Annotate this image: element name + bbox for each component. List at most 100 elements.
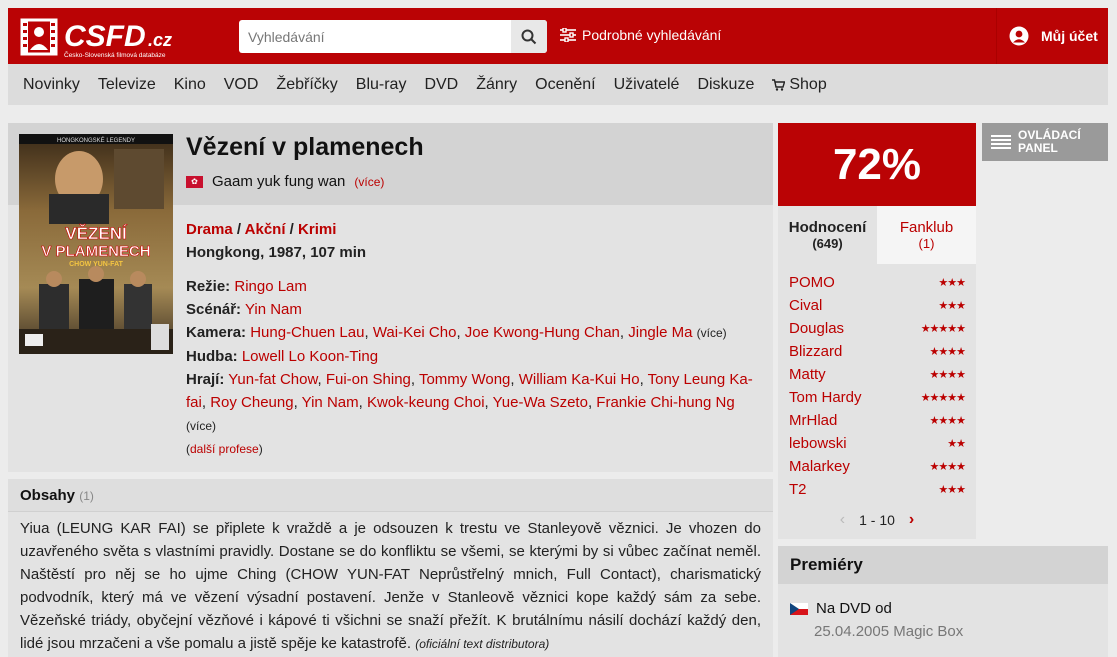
nav-item-televize[interactable]: Televize — [98, 76, 156, 94]
user-name-link[interactable]: POMO — [789, 274, 835, 291]
plot-header: Obsahy (1) — [8, 479, 773, 512]
film-poster[interactable]: HONGKONGSKÉ LEGENDY VĚZENÍ V PLAMENECH C… — [19, 134, 173, 354]
user-rating-row: MrHlad ★★★★ — [789, 409, 966, 432]
sliders-icon — [560, 28, 576, 42]
top-bar: CSFD .cz Česko-Slovenská filmová databáz… — [8, 8, 1108, 64]
user-name-link[interactable]: T2 — [789, 481, 807, 498]
actor-link[interactable]: Yue-Wa Szeto — [493, 394, 588, 411]
nav-item-diskuze[interactable]: Diskuze — [697, 76, 754, 94]
user-rating-row: Malarkey ★★★★ — [789, 455, 966, 478]
czech-flag-icon — [790, 602, 808, 615]
further-professions-link[interactable]: další profese — [190, 442, 259, 456]
rating-percent: 72% — [778, 123, 976, 206]
nav-item-shop[interactable]: Shop — [772, 76, 827, 94]
advanced-search-label: Podrobné vyhledávání — [582, 27, 722, 43]
actor-link[interactable]: Yin Nam — [302, 394, 359, 411]
chevron-left-icon[interactable]: ‹ — [840, 511, 845, 529]
genre-link[interactable]: Akční — [245, 221, 286, 238]
actor-link[interactable]: Fui-on Shing — [326, 371, 411, 388]
more-link[interactable]: (více) — [697, 326, 727, 340]
genre-link[interactable]: Drama — [186, 221, 233, 238]
creator-link[interactable]: Jingle Ma — [628, 324, 692, 341]
creator-link[interactable]: Hung-Chuen Lau — [250, 324, 364, 341]
premiere-label: Na DVD od — [816, 600, 892, 617]
search-button[interactable] — [511, 20, 547, 53]
star-rating-icon: ★★★★★ — [920, 392, 966, 404]
csfd-logo[interactable]: CSFD .cz Česko-Slovenská filmová databáz… — [20, 14, 200, 60]
more-titles-link[interactable]: (více) — [354, 175, 384, 189]
user-name-link[interactable]: lebowski — [789, 435, 847, 452]
chevron-right-icon[interactable]: › — [909, 511, 914, 529]
user-name-link[interactable]: Blizzard — [789, 343, 842, 360]
user-rating-row: Douglas ★★★★★ — [789, 317, 966, 340]
actor-link[interactable]: William Ka-Kui Ho — [519, 371, 640, 388]
actor-link[interactable]: Tommy Wong — [419, 371, 510, 388]
nav-item-kino[interactable]: Kino — [174, 76, 206, 94]
original-title-row: ✿ Gaam yuk fung wan (více) — [186, 173, 384, 190]
nav-item-uzivatele[interactable]: Uživatelé — [614, 76, 680, 94]
nav-item-zebricky[interactable]: Žebříčky — [276, 76, 337, 94]
user-name-link[interactable]: Malarkey — [789, 458, 850, 475]
creator-link[interactable]: Lowell Lo Koon-Ting — [242, 348, 378, 365]
user-rating-row: POMO ★★★ — [789, 271, 966, 294]
search-input[interactable] — [239, 20, 511, 53]
user-rating-row: Matty ★★★★ — [789, 363, 966, 386]
nav-item-dvd[interactable]: DVD — [424, 76, 458, 94]
svg-text:CSFD: CSFD — [64, 20, 146, 53]
credit-label: Režie: — [186, 278, 231, 295]
user-rating-row: lebowski ★★ — [789, 432, 966, 455]
tab-ratings[interactable]: Hodnocení (649) — [778, 206, 877, 264]
user-name-link[interactable]: Cival — [789, 297, 822, 314]
user-ratings-rows: POMO ★★★ Cival ★★★ Douglas ★★★★★ Blizzard ★★★★ M… — [789, 271, 966, 501]
original-title: Gaam yuk fung wan — [212, 173, 346, 190]
tab-fanclub-label: Fanklub — [899, 219, 954, 236]
credit-row-cast: Hrají: Yun-fat Chow, Fui-on Shing, Tommy… — [186, 371, 753, 433]
tab-fanclub[interactable]: Fanklub (1) — [877, 206, 976, 264]
nav-item-novinky[interactable]: Novinky — [23, 76, 80, 94]
hong-kong-flag-icon: ✿ — [186, 175, 203, 188]
advanced-search-link[interactable]: Podrobné vyhledávání — [560, 27, 721, 43]
credits: Režie: Ringo Lam Scénář: Yin Nam Kamera:… — [186, 275, 766, 438]
premiere-date: 25.04.2005 Magic Box — [814, 623, 964, 640]
actor-link[interactable]: Roy Cheung — [210, 394, 293, 411]
poster-image: HONGKONGSKÉ LEGENDY VĚZENÍ V PLAMENECH C… — [19, 134, 173, 354]
user-name-link[interactable]: MrHlad — [789, 412, 837, 429]
genre-link[interactable]: Krimi — [298, 221, 336, 238]
poster-title-line2: V PLAMENECH — [41, 243, 150, 260]
nav-item-vod[interactable]: VOD — [224, 76, 259, 94]
creator-link[interactable]: Wai-Kei Cho — [373, 324, 457, 341]
plot-body: Yiua (LEUNG KAR FAI) se připlete k vražd… — [20, 520, 761, 652]
user-name-link[interactable]: Tom Hardy — [789, 389, 862, 406]
credit-row-directing: Režie: Ringo Lam — [186, 275, 766, 298]
user-name-link[interactable]: Matty — [789, 366, 826, 383]
star-rating-icon: ★★★★ — [929, 415, 966, 427]
creator-link[interactable]: Joe Kwong-Hung Chan — [465, 324, 620, 341]
search-icon — [521, 29, 537, 44]
account-label: Můj účet — [1041, 28, 1098, 44]
control-panel-button[interactable]: OVLÁDACÍ PANEL — [982, 123, 1108, 161]
account-button[interactable]: Můj účet — [996, 8, 1108, 64]
user-name-link[interactable]: Douglas — [789, 320, 844, 337]
actor-link[interactable]: Kwok-keung Choi — [367, 394, 485, 411]
plot-source: (oficiální text distributora) — [415, 637, 550, 651]
further-professions[interactable]: (další profese) — [186, 442, 263, 456]
star-rating-icon: ★★★★ — [929, 369, 966, 381]
more-link[interactable]: (více) — [186, 419, 216, 433]
creator-link[interactable]: Ringo Lam — [234, 278, 307, 295]
star-rating-icon: ★★ — [947, 438, 966, 450]
star-rating-icon: ★★★ — [938, 484, 966, 496]
nav-item-bluray[interactable]: Blu-ray — [356, 76, 407, 94]
nav-item-oceneni[interactable]: Ocenění — [535, 76, 595, 94]
nav-item-zanry[interactable]: Žánry — [476, 76, 517, 94]
star-rating-icon: ★★★★★ — [920, 323, 966, 335]
credit-label: Scénář: — [186, 301, 242, 318]
user-rating-row: Blizzard ★★★★ — [789, 340, 966, 363]
actor-link[interactable]: Yun-fat Chow — [228, 371, 317, 388]
logo-graphic: CSFD .cz Česko-Slovenská filmová databáz… — [20, 18, 172, 59]
search-box — [239, 20, 547, 53]
creator-link[interactable]: Yin Nam — [245, 301, 302, 318]
user-rating-row: Tom Hardy ★★★★★ — [789, 386, 966, 409]
actor-link[interactable]: Frankie Chi-hung Ng — [596, 394, 734, 411]
user-rating-row: Cival ★★★ — [789, 294, 966, 317]
user-rating-row: T2 ★★★ — [789, 478, 966, 501]
